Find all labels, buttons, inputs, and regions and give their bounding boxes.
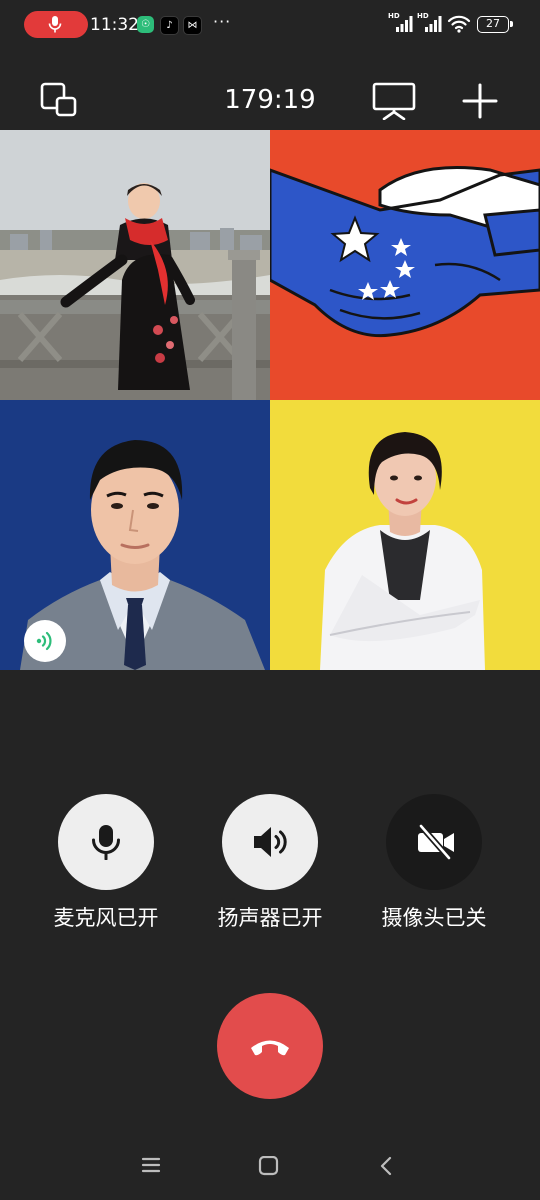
home-icon [258, 1155, 279, 1176]
hang-up-icon [251, 1040, 289, 1056]
speaker-icon [254, 827, 287, 857]
call-controls: 麦克风已开 扬声器已开 摄像头已关 [0, 794, 540, 944]
hd-signal-icon: HD [417, 12, 443, 33]
camera-control: 摄像头已关 [354, 794, 514, 944]
microphone-control: 麦克风已开 [26, 794, 186, 944]
participant-tile-2[interactable] [270, 130, 540, 400]
participant-video-2 [270, 130, 540, 400]
hd-signal-icon: HD [388, 12, 414, 33]
hd-label: HD [388, 12, 400, 20]
microphone-button[interactable] [58, 794, 154, 890]
status-time: 11:32 [90, 15, 139, 35]
camera-button[interactable] [386, 794, 482, 890]
home-button[interactable] [258, 1155, 280, 1180]
camera-off-icon [418, 824, 454, 860]
participant-video-1 [0, 130, 270, 400]
capcut-app-icon: ⋈ [183, 16, 202, 35]
participant-video-4 [270, 400, 540, 670]
add-participant-button[interactable] [461, 82, 499, 124]
tiktok-app-icon: ♪ [160, 16, 179, 35]
battery-icon: 27 [477, 16, 513, 33]
call-header: 179:19 [0, 70, 540, 130]
participant-tile-4[interactable] [270, 400, 540, 670]
recent-apps-button[interactable] [141, 1156, 161, 1178]
microphone-label: 麦克风已开 [53, 906, 159, 930]
mic-recording-icon [48, 16, 62, 33]
participant-grid [0, 130, 540, 670]
speaking-icon [36, 631, 52, 651]
participant-tile-3[interactable] [0, 400, 270, 670]
more-icon: ··· [213, 12, 232, 31]
screen-share-button[interactable] [372, 82, 416, 124]
battery-level: 27 [486, 17, 500, 30]
wifi-icon [447, 15, 471, 33]
back-button[interactable] [377, 1156, 395, 1180]
camera-label: 摄像头已关 [381, 906, 487, 930]
back-icon [380, 1156, 392, 1176]
security-app-icon: ☉ [137, 16, 154, 33]
screen-share-icon [372, 82, 416, 121]
speaker-label: 扬声器已开 [217, 906, 323, 930]
speaking-indicator [24, 620, 66, 662]
speaker-button[interactable] [222, 794, 318, 890]
hd-label: HD [417, 12, 429, 20]
recording-indicator[interactable] [24, 11, 88, 38]
add-participant-icon [462, 83, 498, 119]
status-bar: 11:32 ☉ ♪ ⋈ ··· HD HD 27 [0, 0, 540, 50]
speaker-control: 扬声器已开 [190, 794, 350, 944]
participant-tile-1[interactable] [0, 130, 270, 400]
microphone-icon [92, 825, 120, 860]
hang-up-button[interactable] [217, 993, 323, 1099]
navigation-bar [0, 1140, 540, 1200]
menu-icon [141, 1157, 161, 1173]
call-duration: 179:19 [224, 85, 316, 115]
